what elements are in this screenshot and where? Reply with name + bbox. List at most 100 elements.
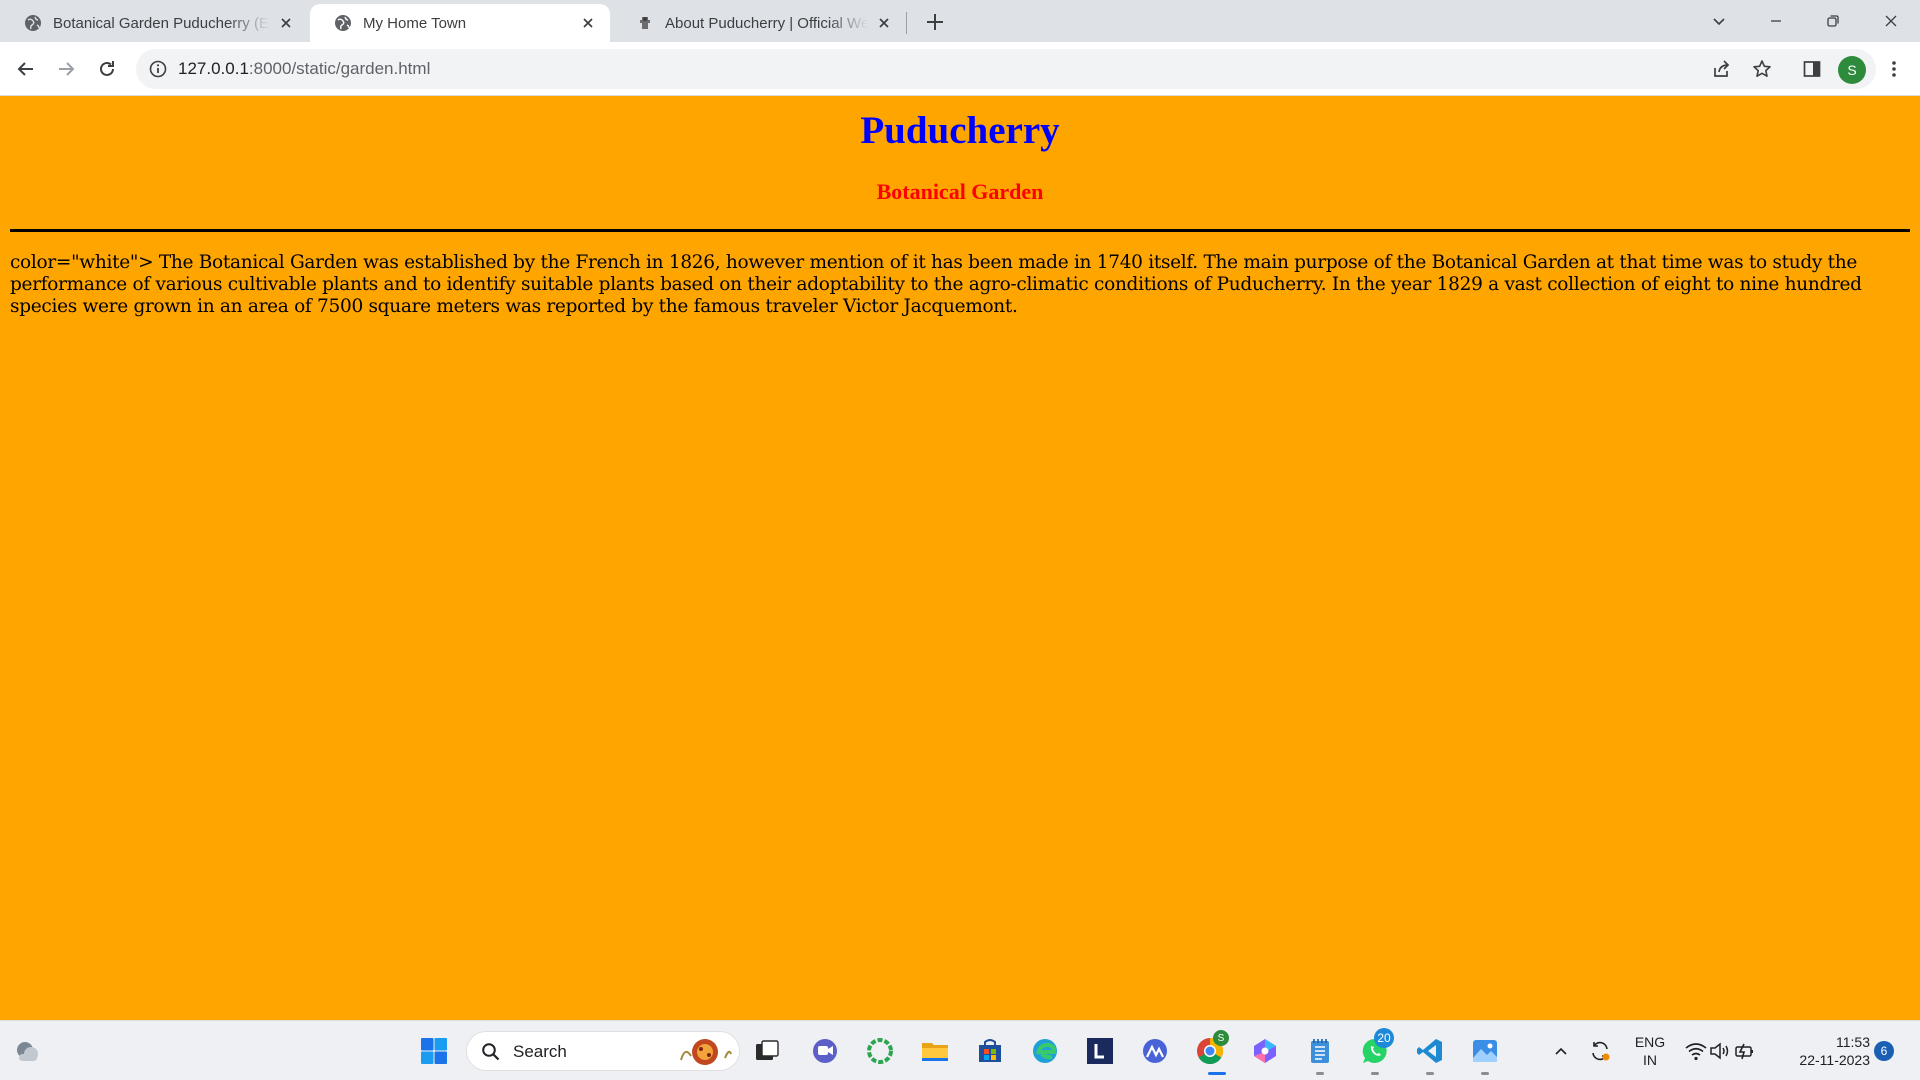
side-panel-icon bbox=[1803, 61, 1821, 77]
bookmark-button[interactable] bbox=[1750, 57, 1774, 81]
star-icon bbox=[1753, 60, 1771, 77]
close-icon[interactable] bbox=[278, 15, 294, 31]
arc-app[interactable] bbox=[1138, 1034, 1172, 1068]
teams-chat-app[interactable] bbox=[808, 1034, 842, 1068]
edge-browser-app[interactable] bbox=[1028, 1034, 1062, 1068]
tab-title: About Puducherry | Official Web bbox=[665, 14, 868, 32]
tab-my-home-town[interactable]: My Home Town bbox=[310, 4, 610, 42]
notification-count-badge[interactable]: 6 bbox=[1874, 1041, 1894, 1061]
globe-icon bbox=[25, 15, 41, 31]
chevron-up-icon bbox=[1555, 1047, 1567, 1055]
taskbar-search[interactable]: Search bbox=[466, 1031, 740, 1071]
url-host: 127.0.0.1 bbox=[178, 59, 249, 78]
vscode-icon bbox=[1417, 1039, 1442, 1063]
search-label: Search bbox=[513, 1042, 567, 1061]
restore-icon bbox=[1827, 15, 1839, 27]
tab-title: My Home Town bbox=[363, 14, 467, 32]
reload-button[interactable] bbox=[95, 57, 119, 81]
wifi-icon bbox=[1685, 1043, 1707, 1061]
garden-description: color="white"> The Botanical Garden was … bbox=[10, 252, 1862, 317]
language-indicator[interactable]: ENG IN bbox=[1628, 1033, 1672, 1069]
tab-about-puducherry[interactable]: About Puducherry | Official Web bbox=[612, 4, 906, 42]
close-icon[interactable] bbox=[876, 15, 892, 31]
url-text: 127.0.0.1:8000/static/garden.html bbox=[178, 59, 430, 79]
chrome-app[interactable]: S bbox=[1193, 1030, 1229, 1068]
sync-tray-icon[interactable] bbox=[1585, 1034, 1615, 1068]
close-window-button[interactable] bbox=[1876, 6, 1906, 36]
notepad-icon bbox=[1311, 1039, 1329, 1063]
tab-botanical-garden[interactable]: Botanical Garden Puducherry (En bbox=[0, 4, 308, 42]
clock-date: 22-11-2023 bbox=[1799, 1052, 1870, 1068]
page-subheading: Botanical Garden bbox=[876, 179, 1044, 204]
weather-widget[interactable] bbox=[10, 1034, 44, 1068]
refresh-app[interactable] bbox=[863, 1034, 897, 1068]
edge-icon bbox=[1033, 1039, 1057, 1063]
side-panel-button[interactable] bbox=[1800, 57, 1824, 81]
search-icon bbox=[482, 1043, 500, 1061]
chat-icon bbox=[813, 1039, 837, 1063]
vscode-app[interactable] bbox=[1413, 1034, 1447, 1068]
copilot-icon bbox=[1254, 1039, 1276, 1063]
reload-icon bbox=[100, 61, 114, 76]
start-button[interactable] bbox=[417, 1034, 451, 1068]
store-icon bbox=[979, 1039, 1001, 1062]
page-heading: Puducherry bbox=[860, 109, 1060, 152]
profile-avatar[interactable]: S bbox=[1838, 56, 1866, 84]
minimize-button[interactable] bbox=[1761, 6, 1791, 36]
running-app-indicator bbox=[1371, 1072, 1379, 1075]
horizontal-rule bbox=[10, 229, 1910, 232]
running-app-indicator bbox=[1481, 1072, 1489, 1075]
tab-separator bbox=[906, 12, 907, 34]
clock-time: 11:53 bbox=[1836, 1034, 1870, 1050]
whatsapp-unread-badge: 20 bbox=[1374, 1028, 1394, 1048]
share-icon bbox=[1714, 60, 1730, 77]
search-highlight-icon bbox=[680, 1039, 732, 1065]
forward-button[interactable] bbox=[54, 57, 78, 81]
show-hidden-icons-button[interactable] bbox=[1546, 1034, 1576, 1068]
language-code: ENG bbox=[1634, 1034, 1666, 1050]
minimize-icon bbox=[1771, 20, 1781, 22]
share-button[interactable] bbox=[1710, 57, 1734, 81]
windows-taskbar: Search S 20 ENG IN 11:53 22-11-2023 6 bbox=[0, 1020, 1920, 1080]
clock[interactable]: 11:53 22-11-2023 bbox=[1780, 1033, 1870, 1069]
active-app-indicator bbox=[1208, 1072, 1226, 1075]
kebab-menu-icon bbox=[1892, 61, 1896, 77]
notepad-app[interactable] bbox=[1303, 1034, 1337, 1068]
cloud-icon bbox=[17, 1042, 38, 1061]
windows-logo-icon bbox=[421, 1038, 447, 1064]
new-tab-button[interactable] bbox=[922, 9, 948, 35]
task-view-button[interactable] bbox=[750, 1034, 784, 1068]
globe-icon bbox=[335, 15, 351, 31]
sync-icon bbox=[1592, 1041, 1610, 1061]
quick-settings-button[interactable] bbox=[1680, 1034, 1760, 1068]
chrome-profile-badge: S bbox=[1213, 1030, 1229, 1046]
url-path: :8000/static/garden.html bbox=[248, 59, 431, 78]
web-page: Puducherry Botanical Garden color="white… bbox=[0, 96, 1920, 1020]
peaks-icon bbox=[1143, 1039, 1167, 1063]
task-view-icon bbox=[756, 1040, 779, 1060]
microsoft-store-app[interactable] bbox=[973, 1034, 1007, 1068]
l-app[interactable] bbox=[1083, 1034, 1117, 1068]
copilot-app[interactable] bbox=[1248, 1034, 1282, 1068]
restore-button[interactable] bbox=[1818, 6, 1848, 36]
running-app-indicator bbox=[1316, 1072, 1324, 1075]
letter-l-icon bbox=[1087, 1038, 1113, 1064]
region-code: IN bbox=[1643, 1052, 1657, 1068]
close-icon bbox=[1885, 15, 1897, 27]
back-button[interactable] bbox=[14, 57, 38, 81]
menu-button[interactable] bbox=[1882, 57, 1906, 81]
close-icon[interactable] bbox=[580, 15, 596, 31]
info-icon[interactable] bbox=[148, 59, 168, 79]
whatsapp-app[interactable]: 20 bbox=[1358, 1028, 1394, 1068]
circle-arrows-icon bbox=[867, 1038, 893, 1064]
chevron-down-icon bbox=[1713, 18, 1725, 26]
emblem-icon bbox=[640, 17, 650, 29]
file-explorer-app[interactable] bbox=[918, 1034, 952, 1068]
photos-app[interactable] bbox=[1468, 1034, 1502, 1068]
browser-toolbar: 127.0.0.1:8000/static/garden.html S bbox=[0, 42, 1920, 96]
tab-search-button[interactable] bbox=[1704, 6, 1734, 36]
folder-icon bbox=[922, 1043, 948, 1061]
photos-icon bbox=[1473, 1040, 1497, 1062]
tab-strip: Botanical Garden Puducherry (En My Home … bbox=[0, 0, 1920, 42]
address-bar[interactable]: 127.0.0.1:8000/static/garden.html bbox=[136, 49, 1876, 89]
